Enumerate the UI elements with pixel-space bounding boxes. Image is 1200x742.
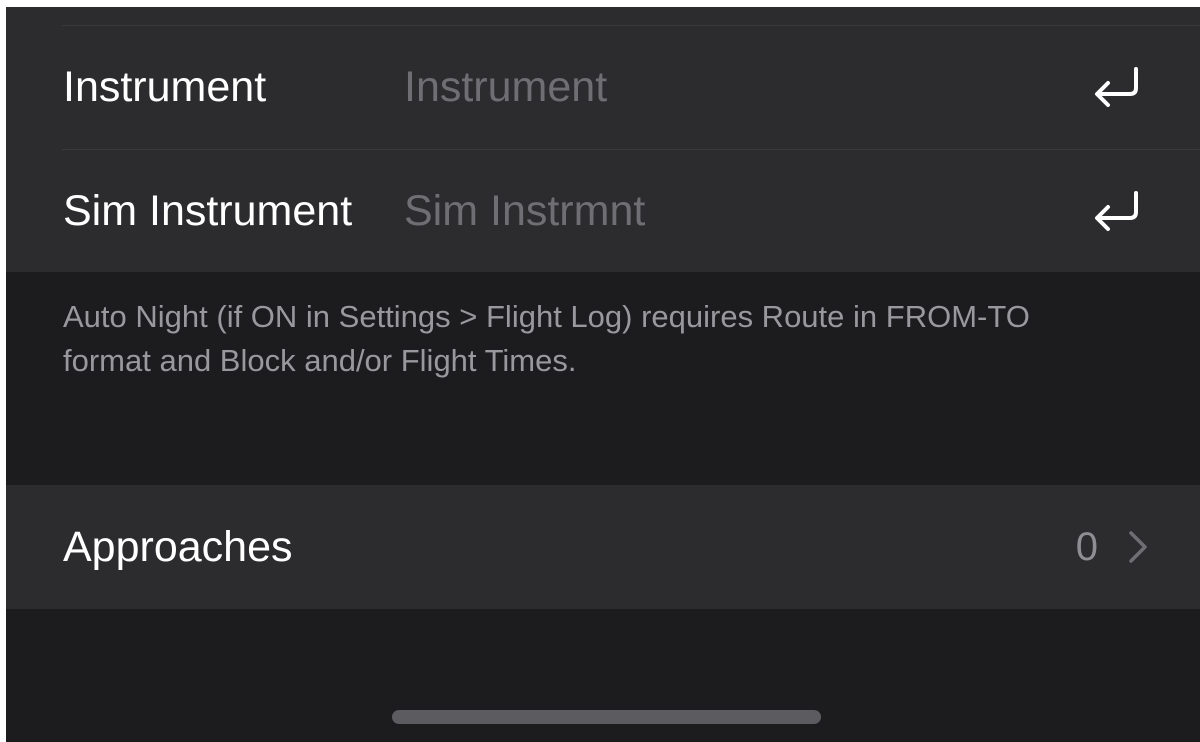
- instrument-input[interactable]: [404, 26, 1044, 149]
- return-arrow-icon[interactable]: [1086, 188, 1146, 234]
- sim-instrument-input[interactable]: [404, 150, 1044, 273]
- time-fields-group: Instrument Sim Instrument: [6, 7, 1200, 273]
- chevron-right-icon: [1129, 531, 1147, 563]
- auto-night-footnote: Auto Night (if ON in Settings > Flight L…: [63, 299, 1030, 378]
- approaches-row[interactable]: Approaches 0: [6, 485, 1200, 609]
- approaches-label: Approaches: [63, 523, 293, 571]
- return-arrow-icon[interactable]: [1086, 64, 1146, 110]
- sim-instrument-label: Sim Instrument: [63, 187, 353, 235]
- approaches-count: 0: [1075, 525, 1098, 569]
- home-indicator[interactable]: [392, 710, 821, 724]
- instrument-row: Instrument: [6, 26, 1200, 149]
- instrument-label: Instrument: [63, 63, 267, 111]
- sim-instrument-row: Sim Instrument: [6, 150, 1200, 273]
- screen: Instrument Sim Instrument Auto Night (if…: [6, 7, 1200, 742]
